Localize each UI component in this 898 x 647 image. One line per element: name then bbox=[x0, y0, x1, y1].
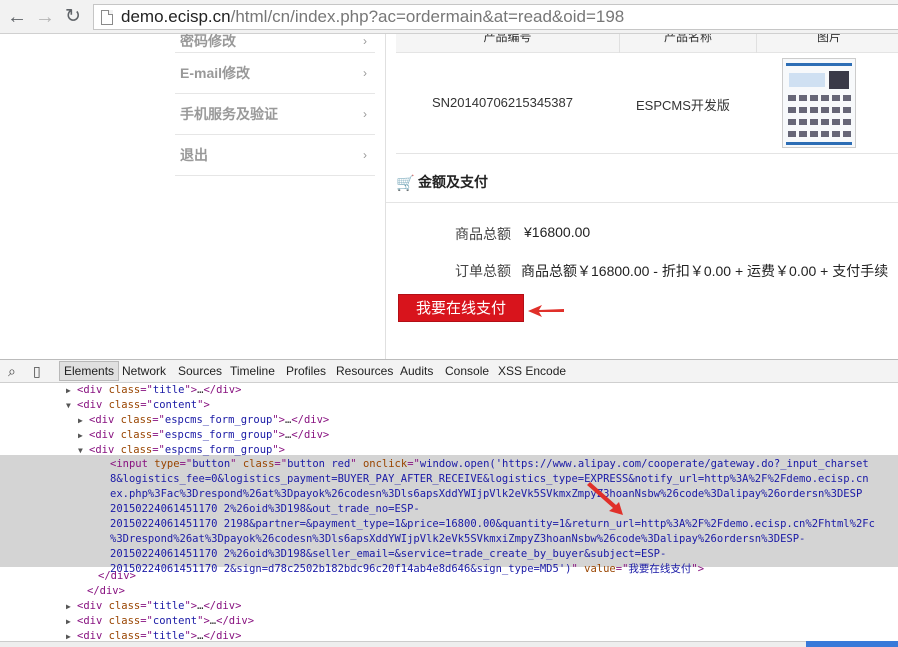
dom-node-line[interactable]: ▶ <div class="title">…</div> bbox=[66, 599, 241, 614]
dom-node-line[interactable]: ▶ <div class="title">…</div> bbox=[66, 383, 241, 398]
tab-network[interactable]: Network bbox=[122, 364, 166, 378]
product-thumbnail[interactable] bbox=[782, 58, 856, 148]
back-button[interactable]: ← bbox=[6, 6, 28, 28]
tab-resources[interactable]: Resources bbox=[336, 364, 393, 378]
column-header-name: 产品名称 bbox=[620, 34, 757, 53]
column-header-image: 图片 bbox=[757, 34, 898, 53]
pay-online-button[interactable]: 我要在线支付 bbox=[398, 294, 524, 322]
arrow-right-icon: → bbox=[35, 6, 55, 28]
cart-icon: 🛒 bbox=[396, 175, 415, 192]
chevron-right-icon: › bbox=[363, 107, 367, 121]
page-viewport: 密码修改 › E-mail修改 › 手机服务及验证 › 退出 › 产品编号 产品… bbox=[0, 34, 898, 359]
reload-button[interactable]: ↻ bbox=[62, 6, 84, 28]
reload-icon: ↻ bbox=[65, 6, 81, 27]
expand-triangle-right-icon[interactable]: ▶ bbox=[66, 383, 71, 398]
tab-timeline[interactable]: Timeline bbox=[230, 364, 275, 378]
dom-node-line[interactable]: <input type="button" class="button red" … bbox=[110, 457, 869, 472]
url-host: demo.ecisp.cn bbox=[121, 7, 231, 26]
menu-item-password[interactable]: 密码修改 › bbox=[175, 34, 375, 53]
arrow-left-icon: ← bbox=[7, 6, 27, 28]
expand-triangle-right-icon[interactable]: ▶ bbox=[78, 428, 83, 443]
url-path: /html/cn/index.php?ac=ordermain&at=read&… bbox=[230, 7, 625, 26]
menu-item-label: 手机服务及验证 bbox=[180, 106, 278, 122]
chevron-right-icon: › bbox=[363, 34, 367, 48]
dom-node-line[interactable]: 20150224061451170 2%26oid%3D198&out_trad… bbox=[110, 502, 420, 517]
dom-node-line[interactable]: ▼ <div class="espcms_form_group"> bbox=[78, 443, 285, 458]
expand-triangle-right-icon[interactable]: ▶ bbox=[66, 614, 71, 629]
dom-tree: ▶ <div class="title">…</div> ▼ <div class="… bbox=[0, 383, 898, 641]
product-name: ESPCMS开发版 bbox=[636, 98, 730, 113]
tab-profiles[interactable]: Profiles bbox=[286, 364, 326, 378]
dom-node-line[interactable]: ▶ <div class="content">…</div> bbox=[66, 614, 254, 629]
url-text[interactable]: demo.ecisp.cn/html/cn/index.php?ac=order… bbox=[121, 7, 624, 27]
menu-item-logout[interactable]: 退出 › bbox=[175, 135, 375, 176]
expand-triangle-down-icon[interactable]: ▼ bbox=[66, 398, 71, 413]
dom-node-line[interactable]: 20150224061451170 2%26oid%3D198&seller_e… bbox=[110, 547, 666, 562]
divider bbox=[386, 202, 898, 203]
tab-console[interactable]: Console bbox=[445, 364, 489, 378]
goods-total-value: ¥16800.00 bbox=[524, 224, 591, 240]
dom-node-line[interactable]: 20150224061451170 2198&partner=&payment_… bbox=[110, 517, 875, 532]
search-icon[interactable]: ⌕ bbox=[8, 363, 16, 380]
order-total-value: 商品总额￥16800.00 - 折扣￥0.00 + 运费￥0.00 + 支付手续 bbox=[521, 263, 889, 279]
expand-triangle-right-icon[interactable]: ▶ bbox=[78, 413, 83, 428]
account-menu: 密码修改 › E-mail修改 › 手机服务及验证 › 退出 › bbox=[175, 34, 375, 176]
device-mode-icon[interactable]: ▯ bbox=[33, 363, 41, 380]
product-table-header: 产品编号 产品名称 图片 bbox=[396, 34, 898, 53]
status-bar bbox=[0, 641, 898, 647]
dom-node-line[interactable]: ▶ <div class="espcms_form_group">…</div> bbox=[78, 428, 329, 443]
address-bar[interactable]: demo.ecisp.cn/html/cn/index.php?ac=order… bbox=[93, 4, 898, 30]
menu-item-email[interactable]: E-mail修改 › bbox=[175, 53, 375, 94]
tab-sources[interactable]: Sources bbox=[178, 364, 222, 378]
dom-node-line[interactable]: </div> bbox=[87, 584, 125, 599]
expand-triangle-right-icon[interactable]: ▶ bbox=[66, 629, 71, 641]
page-icon bbox=[101, 10, 113, 25]
dom-node-line[interactable]: </div> bbox=[98, 569, 136, 584]
dom-node-line[interactable]: ▶ <div class="espcms_form_group">…</div> bbox=[78, 413, 329, 428]
dom-node-line[interactable]: 20150224061451170 2&sign=d78c2502b182bdc… bbox=[110, 562, 704, 577]
payment-title-text: 金额及支付 bbox=[418, 174, 488, 190]
payment-section-title: 🛒 金额及支付 bbox=[396, 172, 488, 192]
column-header-code: 产品编号 bbox=[396, 34, 620, 53]
devtools-tabbar: ⌕ ▯ Elements Network Sources Timeline Pr… bbox=[0, 359, 898, 383]
expand-triangle-down-icon[interactable]: ▼ bbox=[78, 443, 83, 458]
annotation-arrow-icon bbox=[528, 305, 564, 317]
goods-total-label: 商品总额 bbox=[455, 226, 511, 242]
expand-triangle-right-icon[interactable]: ▶ bbox=[66, 599, 71, 614]
chevron-right-icon: › bbox=[363, 66, 367, 80]
dom-node-line[interactable]: ▶ <div class="title">…</div> bbox=[66, 629, 241, 641]
status-bar-indicator bbox=[806, 641, 898, 647]
tab-elements[interactable]: Elements bbox=[59, 361, 120, 381]
order-total-label: 订单总额 bbox=[455, 263, 511, 279]
forward-button[interactable]: → bbox=[34, 6, 56, 28]
menu-item-label: 密码修改 bbox=[180, 34, 236, 49]
menu-item-mobile[interactable]: 手机服务及验证 › bbox=[175, 94, 375, 135]
dom-node-line[interactable]: 8&logistics_fee=0&logistics_payment=BUYE… bbox=[110, 472, 869, 487]
menu-item-label: E-mail修改 bbox=[180, 65, 251, 81]
table-row: SN20140706215345387 ESPCMS开发版 bbox=[396, 53, 898, 154]
chevron-right-icon: › bbox=[363, 148, 367, 162]
browser-toolbar: ← → ↻ demo.ecisp.cn/html/cn/index.php?ac… bbox=[0, 0, 898, 34]
dom-node-line[interactable]: ex.php%3Fac%3Drespond%26at%3Dpayok%26cod… bbox=[110, 487, 862, 502]
order-detail: 产品编号 产品名称 图片 SN20140706215345387 ESPCMS开… bbox=[386, 34, 898, 359]
dom-node-line[interactable]: %3Drespond%26at%3Dpayok%26codesn%3Dls6ap… bbox=[110, 532, 805, 547]
tab-audits[interactable]: Audits bbox=[400, 364, 433, 378]
tab-xss-encode[interactable]: XSS Encode bbox=[498, 364, 566, 378]
dom-node-line[interactable]: ▼ <div class="content"> bbox=[66, 398, 210, 413]
product-code: SN20140706215345387 bbox=[432, 95, 573, 110]
annotation-arrow-icon bbox=[587, 482, 623, 515]
menu-item-label: 退出 bbox=[180, 147, 208, 163]
